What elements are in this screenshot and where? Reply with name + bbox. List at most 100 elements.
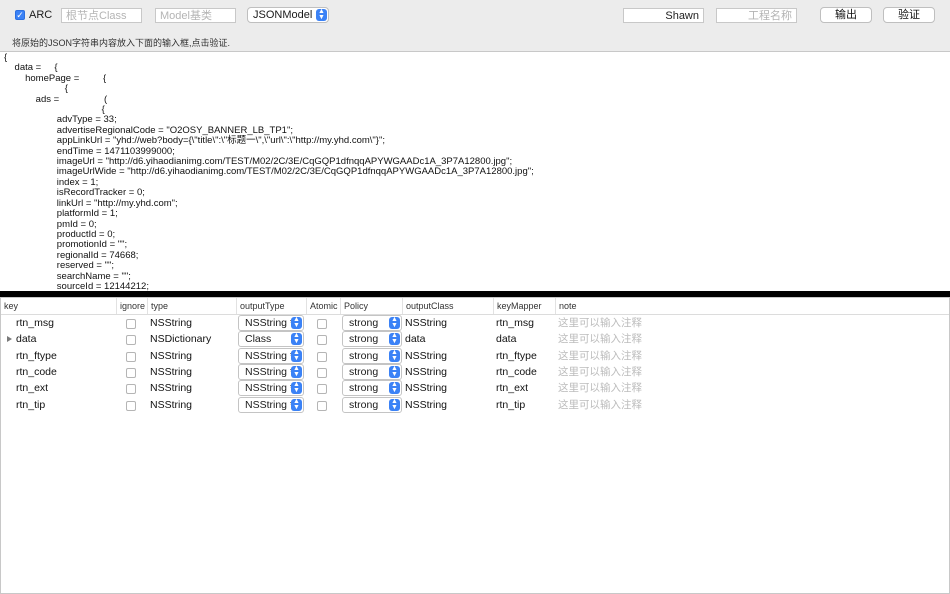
atomic-checkbox[interactable] — [317, 384, 327, 395]
column-header-ignore[interactable]: ignore — [116, 298, 147, 314]
output-type-select[interactable]: NSString * ▲ ▼ — [238, 363, 304, 380]
output-type-value: NSString * — [245, 382, 295, 395]
key-cell: rtn_ext — [16, 382, 49, 395]
note-cell[interactable]: 这里可以输入注释 — [558, 364, 642, 380]
chevron-updown-icon: ▲ ▼ — [291, 365, 302, 378]
policy-value: strong — [349, 365, 379, 378]
key-cell: data — [16, 333, 37, 346]
arc-checkbox[interactable]: ✓ — [15, 10, 25, 20]
table-row[interactable]: rtn_code NSString NSString * ▲ ▼ strong ▲ ▼ NSSt… — [1, 363, 949, 380]
policy-select[interactable]: strong ▲ ▼ — [342, 331, 402, 348]
arc-label: ARC — [29, 9, 53, 21]
output-button[interactable]: 输出 — [820, 7, 872, 23]
column-header-note[interactable]: note — [555, 298, 949, 314]
policy-select[interactable]: strong ▲ ▼ — [342, 396, 402, 413]
output-type-value: NSString * — [245, 365, 295, 378]
column-header-key-mapper[interactable]: keyMapper — [493, 298, 555, 314]
chevron-updown-icon: ▲ ▼ — [389, 316, 400, 329]
key-mapper-cell[interactable]: data — [496, 331, 516, 347]
policy-value: strong — [349, 382, 379, 395]
model-base-class-field[interactable] — [155, 8, 236, 23]
output-type-value: Class — [245, 333, 272, 346]
column-header-output-type[interactable]: outputType — [236, 298, 306, 314]
key-cell: rtn_tip — [16, 398, 46, 411]
table-row[interactable]: data NSDictionary Class ▲ ▼ strong ▲ ▼ data data 这… — [1, 331, 949, 348]
type-cell: NSDictionary — [150, 333, 212, 346]
property-table: key ignore type outputType Atomic Policy… — [0, 297, 950, 594]
key-cell: rtn_code — [16, 365, 57, 378]
type-cell: NSString — [150, 317, 193, 329]
output-class-cell[interactable]: data — [405, 331, 425, 347]
chevron-updown-icon: ▲ ▼ — [389, 381, 400, 395]
ignore-checkbox[interactable] — [126, 367, 136, 378]
atomic-checkbox[interactable] — [317, 367, 327, 378]
output-type-select[interactable]: NSString * ▲ ▼ — [238, 380, 304, 397]
disclosure-triangle-icon[interactable] — [7, 336, 12, 343]
key-cell: rtn_ftype — [16, 349, 57, 362]
key-mapper-cell[interactable]: rtn_tip — [496, 397, 525, 413]
column-header-output-class[interactable]: outputClass — [402, 298, 493, 314]
author-field[interactable] — [623, 8, 704, 23]
policy-select[interactable]: strong ▲ ▼ — [342, 380, 402, 397]
output-type-value: NSString * — [245, 317, 295, 329]
policy-value: strong — [349, 333, 379, 346]
column-header-key[interactable]: key — [1, 298, 116, 314]
output-type-select[interactable]: NSString * ▲ ▼ — [238, 347, 304, 364]
output-class-cell[interactable]: NSString — [405, 380, 447, 396]
policy-value: strong — [349, 349, 379, 362]
atomic-checkbox[interactable] — [317, 351, 327, 362]
output-class-cell[interactable]: NSString — [405, 348, 447, 364]
output-type-select[interactable]: Class ▲ ▼ — [238, 331, 304, 348]
output-class-cell[interactable]: NSString — [405, 364, 447, 380]
policy-select[interactable]: strong ▲ ▼ — [342, 315, 402, 331]
note-cell[interactable]: 这里可以输入注释 — [558, 331, 642, 347]
output-class-cell[interactable]: NSString — [405, 397, 447, 413]
ignore-checkbox[interactable] — [126, 384, 136, 395]
type-cell: NSString — [150, 398, 193, 411]
atomic-checkbox[interactable] — [317, 400, 327, 411]
key-mapper-cell[interactable]: rtn_ext — [496, 380, 528, 396]
verify-button[interactable]: 验证 — [883, 7, 935, 23]
chevron-updown-icon: ▲ ▼ — [316, 8, 327, 21]
table-row[interactable]: rtn_msg NSString NSString * ▲ ▼ strong ▲ ▼ NSStr… — [1, 315, 949, 331]
chevron-updown-icon: ▲ ▼ — [291, 398, 302, 411]
atomic-checkbox[interactable] — [317, 319, 327, 329]
policy-select[interactable]: strong ▲ ▼ — [342, 363, 402, 380]
output-class-cell[interactable]: NSString — [405, 315, 447, 331]
instruction-text: 将原始的JSON字符串内容放入下面的输入框,点击验证. — [12, 38, 231, 48]
column-header-atomic[interactable]: Atomic — [306, 298, 340, 314]
project-name-field[interactable] — [716, 8, 797, 23]
column-header-policy[interactable]: Policy — [340, 298, 402, 314]
note-cell[interactable]: 这里可以输入注释 — [558, 348, 642, 364]
ignore-checkbox[interactable] — [126, 400, 136, 411]
ignore-checkbox[interactable] — [126, 351, 136, 362]
root-class-field[interactable] — [61, 8, 142, 23]
framework-select-value: JSONModel — [253, 9, 313, 21]
table-row[interactable]: rtn_ftype NSString NSString * ▲ ▼ strong ▲ ▼ NSS… — [1, 347, 949, 364]
ignore-checkbox[interactable] — [126, 335, 136, 346]
chevron-updown-icon: ▲ ▼ — [389, 365, 400, 378]
key-mapper-cell[interactable]: rtn_ftype — [496, 348, 537, 364]
key-cell: rtn_msg — [16, 317, 54, 329]
note-cell[interactable]: 这里可以输入注释 — [558, 397, 642, 413]
type-cell: NSString — [150, 349, 193, 362]
framework-select[interactable]: JSONModel ▲ ▼ — [247, 7, 329, 23]
atomic-checkbox[interactable] — [317, 335, 327, 346]
chevron-updown-icon: ▲ ▼ — [389, 332, 400, 346]
column-header-type[interactable]: type — [147, 298, 236, 314]
output-type-select[interactable]: NSString * ▲ ▼ — [238, 396, 304, 413]
table-row[interactable]: rtn_tip NSString NSString * ▲ ▼ strong ▲ ▼ NSStr… — [1, 396, 949, 413]
note-cell[interactable]: 这里可以输入注释 — [558, 315, 642, 331]
note-cell[interactable]: 这里可以输入注释 — [558, 380, 642, 396]
chevron-updown-icon: ▲ ▼ — [291, 349, 302, 362]
json-input-area[interactable]: { data = { homePage = { { ads = ( { advT… — [0, 51, 950, 291]
key-mapper-cell[interactable]: rtn_msg — [496, 315, 534, 331]
key-mapper-cell[interactable]: rtn_code — [496, 364, 537, 380]
json-input-text[interactable]: { data = { homePage = { { ads = ( { advT… — [0, 52, 950, 291]
chevron-updown-icon: ▲ ▼ — [291, 332, 302, 346]
ignore-checkbox[interactable] — [126, 319, 136, 329]
table-row[interactable]: rtn_ext NSString NSString * ▲ ▼ strong ▲ ▼ NSStr… — [1, 380, 949, 397]
output-type-select[interactable]: NSString * ▲ ▼ — [238, 315, 304, 331]
policy-select[interactable]: strong ▲ ▼ — [342, 347, 402, 364]
policy-value: strong — [349, 317, 379, 329]
